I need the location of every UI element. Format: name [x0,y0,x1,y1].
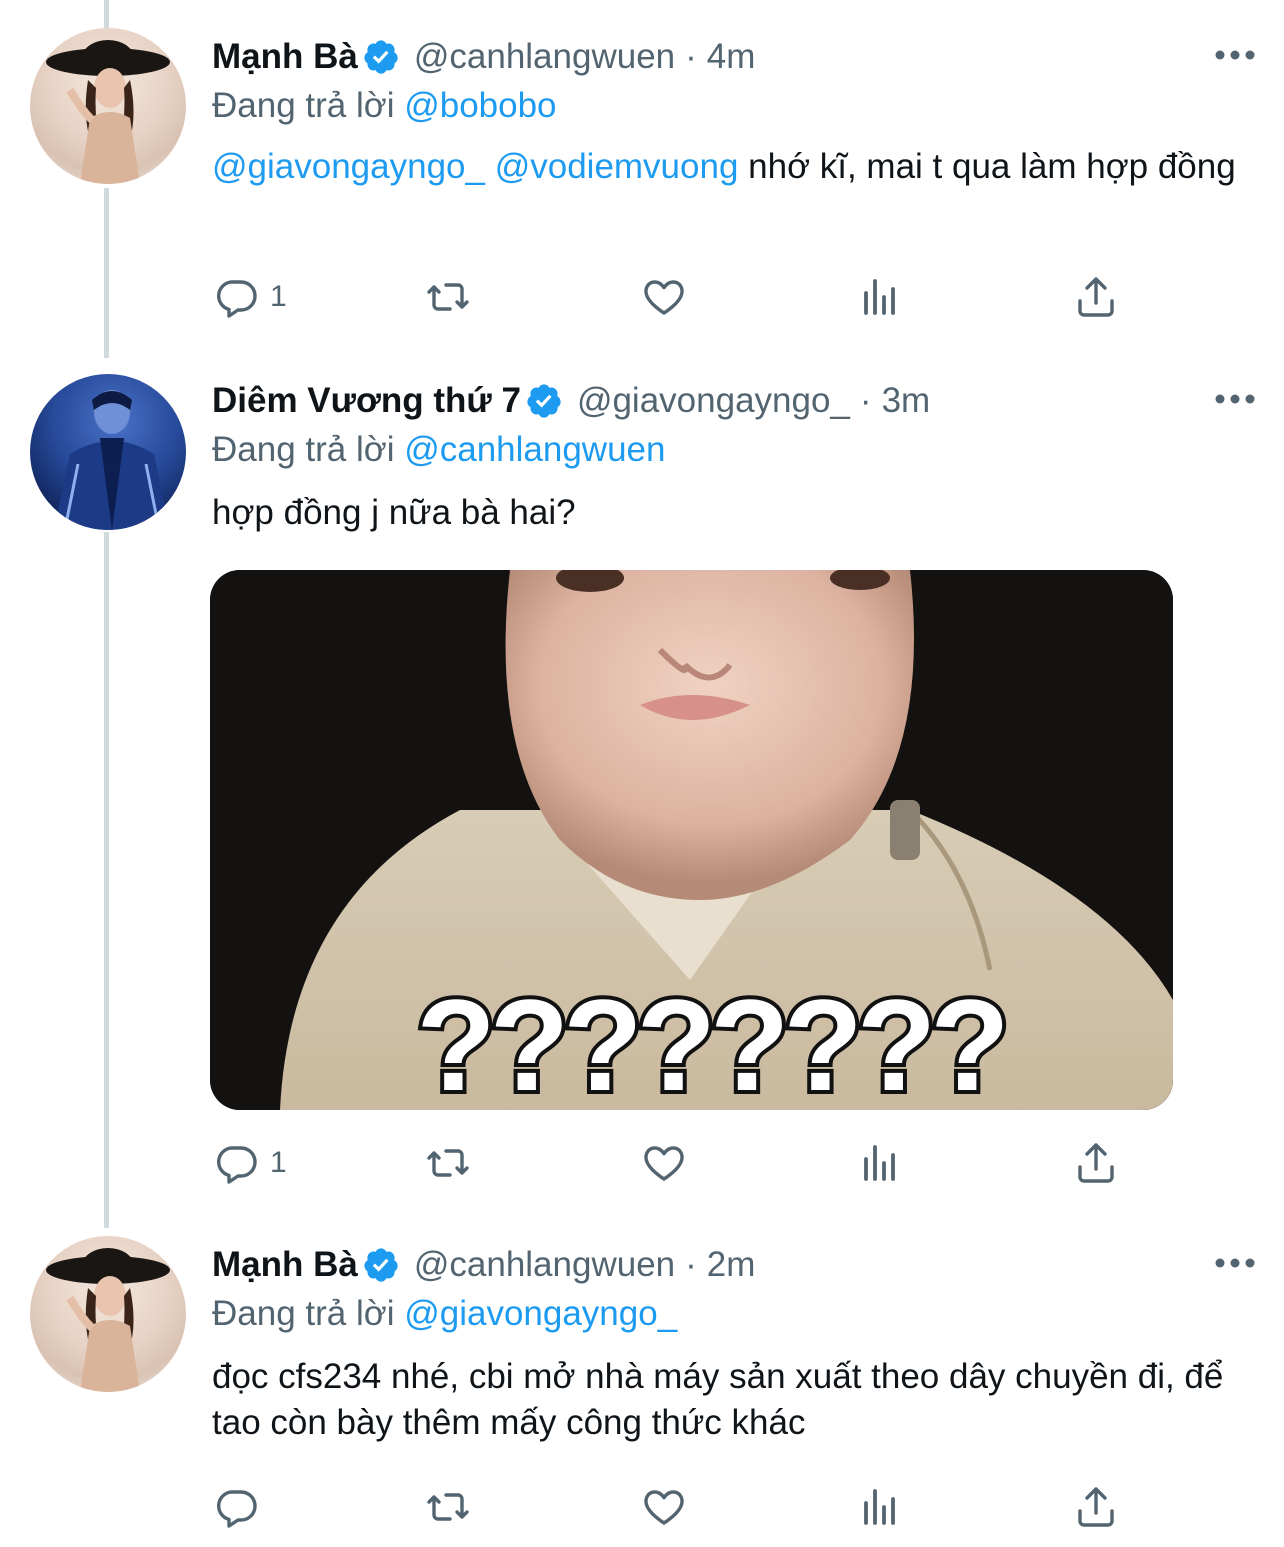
tweet-media-image[interactable]: ???????? [210,570,1173,1110]
reply-icon [217,1146,257,1184]
analytics-icon [864,1145,895,1181]
avatar[interactable] [30,28,186,184]
share-icon [1078,277,1114,317]
replying-to: Đang trả lời @giavongayngo_ [212,1294,677,1334]
retweet-button[interactable] [424,1138,472,1188]
meme-image: ???????? [210,570,1173,1110]
like-button[interactable] [640,1138,688,1188]
display-name[interactable]: Mạnh Bà [212,1245,358,1285]
action-bar [212,1482,1132,1532]
tweet-header: Mạnh Bà @canhlangwuen · 4m [212,34,1244,80]
mention-link[interactable]: @giavongayngo_ [212,147,485,186]
reply-count: 1 [270,280,287,313]
replying-to: Đang trả lời @canhlangwuen [212,430,665,470]
reply-icon [217,1490,257,1528]
reply-button[interactable]: 1 [212,1138,287,1188]
heart-icon [644,280,684,315]
timestamp[interactable]: 2m [707,1245,756,1285]
verified-badge-icon [364,1248,398,1282]
avatar[interactable] [30,1236,186,1392]
analytics-icon [864,279,895,315]
tweet-body: nhớ kĩ, mai t qua làm hợp đồng [738,147,1236,186]
separator-dot: · [685,1245,697,1284]
tweet[interactable]: Mạnh Bà @canhlangwuen · 4m Đang trả lời … [0,0,1284,350]
mention-link[interactable]: @vodiemvuong [495,147,739,186]
reply-button[interactable] [212,1482,270,1532]
display-name[interactable]: Mạnh Bà [212,37,358,77]
user-handle[interactable]: @giavongayngo_ [577,381,850,421]
display-name[interactable]: Diêm Vương thứ 7 [212,381,521,421]
share-button[interactable] [1072,1482,1120,1532]
share-icon [1078,1487,1114,1527]
user-handle[interactable]: @canhlangwuen [414,1245,675,1285]
replying-label: Đang trả lời [212,86,405,125]
tweet-body: hợp đồng j nữa bà hai? [212,493,576,532]
more-options-icon[interactable] [1214,378,1256,420]
like-button[interactable] [640,272,688,322]
retweet-button[interactable] [424,272,472,322]
analytics-button[interactable] [856,1482,904,1532]
retweet-icon [427,283,469,311]
more-options-icon[interactable] [1214,34,1256,76]
replying-mention[interactable]: @bobobo [404,86,556,125]
tweet[interactable]: Mạnh Bà @canhlangwuen · 2m Đang trả lời … [0,1220,1284,1547]
tweet-text: đọc cfs234 nhé, cbi mở nhà máy sản xuất … [212,1354,1252,1446]
heart-icon [644,1490,684,1525]
meme-caption: ???????? [416,972,1003,1110]
tweet-body: đọc cfs234 nhé, cbi mở nhà máy sản xuất … [212,1357,1224,1442]
user-handle[interactable]: @canhlangwuen [414,37,675,77]
retweet-button[interactable] [424,1482,472,1532]
heart-icon [644,1146,684,1181]
verified-badge-icon [527,384,561,418]
share-button[interactable] [1072,272,1120,322]
avatar[interactable] [30,374,186,530]
replying-mention[interactable]: @canhlangwuen [404,430,665,469]
reply-count: 1 [270,1146,287,1179]
retweet-icon [427,1493,469,1521]
share-button[interactable] [1072,1138,1120,1188]
separator-dot: · [859,381,872,420]
analytics-icon [864,1489,895,1525]
timestamp[interactable]: 4m [707,37,756,77]
action-bar: 1 [212,1138,1132,1188]
like-button[interactable] [640,1482,688,1532]
more-options-icon[interactable] [1214,1242,1256,1284]
analytics-button[interactable] [856,1138,904,1188]
reply-icon [217,280,257,318]
action-bar: 1 [212,272,1132,322]
timestamp[interactable]: 3m [882,381,931,421]
tweet[interactable]: Diêm Vương thứ 7 @giavongayngo_ · 3m Đan… [0,350,1284,1220]
replying-mention[interactable]: @giavongayngo_ [404,1294,677,1333]
tweet-header: Mạnh Bà @canhlangwuen · 2m [212,1242,1244,1288]
reply-button[interactable]: 1 [212,272,287,322]
separator-dot: · [685,37,697,76]
retweet-icon [427,1149,469,1177]
share-icon [1078,1143,1114,1183]
tweet-text: hợp đồng j nữa bà hai? [212,490,1252,536]
tweet-text: @giavongayngo_ @vodiemvuong nhớ kĩ, mai … [212,144,1252,190]
analytics-button[interactable] [856,272,904,322]
verified-badge-icon [364,40,398,74]
replying-label: Đang trả lời [212,1294,405,1333]
replying-label: Đang trả lời [212,430,405,469]
tweet-header: Diêm Vương thứ 7 @giavongayngo_ · 3m [212,378,1244,424]
replying-to: Đang trả lời @bobobo [212,86,557,126]
